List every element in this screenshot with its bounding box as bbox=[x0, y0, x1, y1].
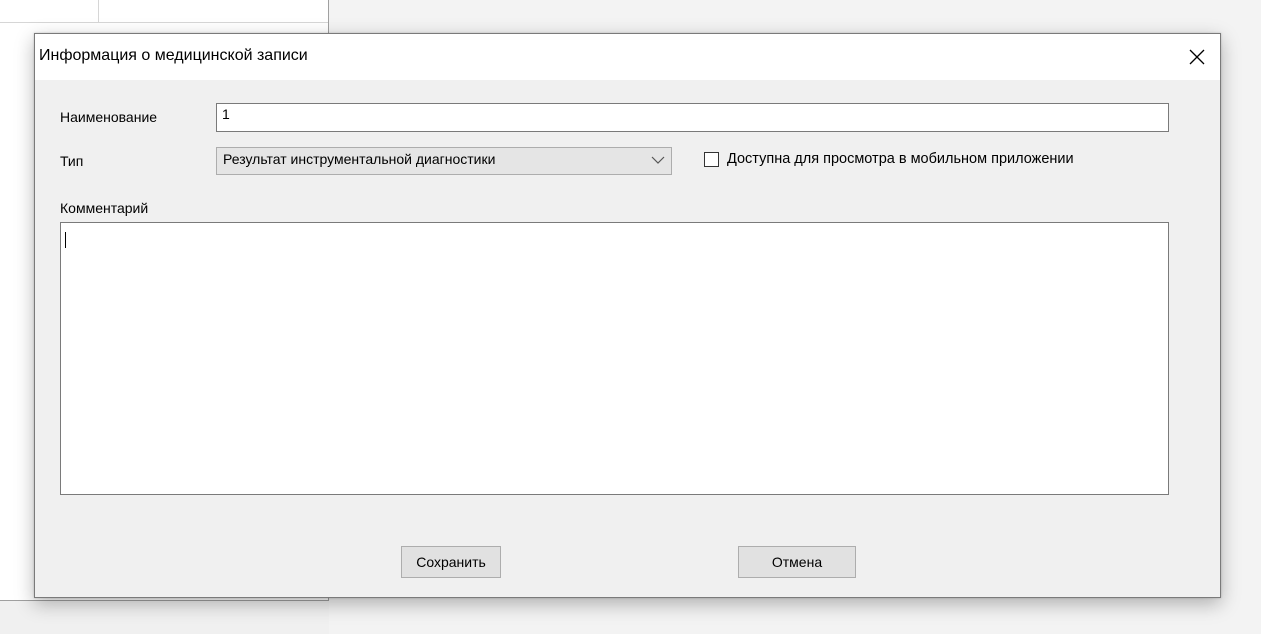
name-input-value: 1 bbox=[222, 106, 230, 122]
close-icon bbox=[1189, 49, 1205, 65]
dialog-titlebar: Информация о медицинской записи bbox=[35, 34, 1220, 80]
medical-record-dialog: Информация о медицинской записи Наименов… bbox=[34, 33, 1221, 598]
cancel-button[interactable]: Отмена bbox=[738, 546, 856, 578]
type-select[interactable]: Результат инструментальной диагностики bbox=[216, 147, 672, 175]
close-button[interactable] bbox=[1174, 34, 1220, 80]
save-button[interactable]: Сохранить bbox=[401, 546, 501, 578]
background-grid-line bbox=[0, 22, 328, 23]
type-select-value: Результат инструментальной диагностики bbox=[223, 151, 496, 167]
checkbox-box[interactable] bbox=[704, 151, 719, 167]
dialog-title: Информация о медицинской записи bbox=[39, 47, 308, 64]
type-label: Тип bbox=[60, 153, 84, 169]
name-input[interactable]: 1 bbox=[216, 103, 1169, 132]
mobile-visibility-label: Доступна для просмотра в мобильном прило… bbox=[727, 151, 1074, 167]
text-caret bbox=[65, 232, 66, 248]
background-grid-divider bbox=[98, 0, 99, 22]
mobile-visibility-checkbox[interactable]: Доступна для просмотра в мобильном прило… bbox=[704, 151, 1074, 167]
comment-label: Комментарий bbox=[60, 200, 149, 216]
chevron-down-icon bbox=[651, 156, 665, 164]
name-label: Наименование bbox=[60, 109, 158, 125]
comment-textarea[interactable] bbox=[60, 222, 1169, 495]
